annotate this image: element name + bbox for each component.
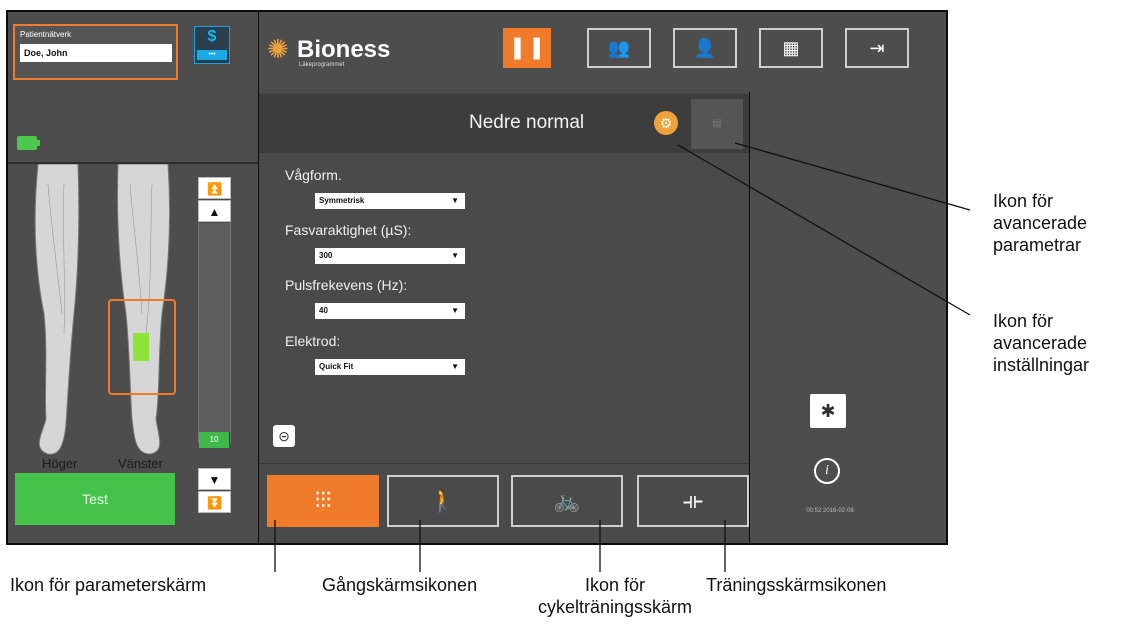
tab-params-sliders-icon[interactable]: ⫶⫶⫶ bbox=[267, 475, 379, 527]
reset-icon[interactable]: ⊝ bbox=[273, 425, 295, 447]
nav-report-icon[interactable]: ▦ bbox=[759, 28, 823, 68]
callout-advanced-parameters: Ikon för avancerade parametrar bbox=[993, 191, 1088, 255]
program-title-bar: Nedre normal ⚙ ▤ bbox=[259, 95, 749, 153]
stimulator-dots: ••• bbox=[197, 50, 227, 60]
tab-walking-icon[interactable]: 🚶 bbox=[387, 475, 499, 527]
nav-params-legs-icon[interactable]: ▌▐ bbox=[503, 28, 551, 68]
electrode-pad bbox=[133, 333, 149, 361]
header: ✺ Bioness Läkeprogrammet ▌▐ 👥 👤 ▦ ⇥ bbox=[259, 12, 946, 92]
waveform-select[interactable]: Symmetrisk ▼ bbox=[315, 193, 465, 209]
callout-walking-screen: Gångskärmsikonen bbox=[322, 575, 478, 595]
waveform-label: Vågform. bbox=[285, 167, 342, 183]
frequency-value: 40 bbox=[319, 306, 328, 315]
stage: Patientnätverk $ ••• bbox=[0, 0, 1127, 627]
callout-parameter-screen: Ikon för parameterskärm bbox=[10, 575, 207, 595]
chevron-down-icon: ▼ bbox=[451, 306, 459, 315]
tab-cycle-icon[interactable]: 🚲 bbox=[511, 475, 623, 527]
bioness-logo: ✺ Bioness Läkeprogrammet bbox=[267, 34, 417, 74]
intensity-max-up-button[interactable]: ⏫ bbox=[198, 177, 231, 199]
duration-value: 300 bbox=[319, 251, 333, 260]
advanced-settings-gear-icon[interactable]: ⚙ bbox=[654, 111, 678, 135]
nav-group-icon[interactable]: 👥 bbox=[587, 28, 651, 68]
intensity-min-down-button[interactable]: ⏬ bbox=[198, 491, 231, 513]
info-icon[interactable]: i bbox=[814, 458, 840, 484]
intensity-up-button[interactable]: ▲ bbox=[198, 200, 231, 222]
tab-dumbbell-icon[interactable]: ⟛ bbox=[637, 475, 749, 527]
leg-label-right: Höger bbox=[42, 456, 78, 471]
advanced-parameters-icon[interactable]: ▤ bbox=[691, 99, 743, 149]
electrode-select[interactable]: Quick Fit ▼ bbox=[315, 359, 465, 375]
left-panel: Patientnätverk $ ••• bbox=[8, 12, 258, 543]
intensity-track[interactable] bbox=[198, 223, 231, 443]
parameter-content: Nedre normal ⚙ ▤ Vågform. Symmetrisk ▼ Fa… bbox=[259, 94, 749, 462]
callout-training-screen: Träningsskärmsikonen bbox=[706, 575, 887, 595]
patient-box: Patientnätverk bbox=[13, 24, 178, 80]
bottom-tab-bar: ⫶⫶⫶ 🚶 🚲 ⟛ bbox=[259, 463, 749, 543]
timestamp: 00:52 2016-02-08 bbox=[806, 508, 854, 514]
frequency-select[interactable]: 40 ▼ bbox=[315, 303, 465, 319]
leg-label-left: Vänster bbox=[118, 456, 163, 471]
frequency-label: Pulsfrekevens (Hz): bbox=[285, 277, 408, 293]
nav-exit-icon[interactable]: ⇥ bbox=[845, 28, 909, 68]
patient-label: Patientnätverk bbox=[20, 30, 72, 39]
callout-cycle-screen: Ikon för cykelträningsskärm bbox=[537, 575, 693, 617]
settings-gear-icon[interactable]: ✱ bbox=[810, 394, 846, 428]
duration-select[interactable]: 300 ▼ bbox=[315, 248, 465, 264]
intensity-value: 10 bbox=[199, 432, 229, 448]
waveform-value: Symmetrisk bbox=[319, 196, 365, 205]
callout-advanced-settings: Ikon för avancerade inställningar bbox=[993, 311, 1090, 375]
nav-user-icon[interactable]: 👤 bbox=[673, 28, 737, 68]
patient-name-field[interactable] bbox=[20, 44, 172, 62]
battery-icon bbox=[17, 136, 40, 150]
intensity-down-button[interactable]: ▼ bbox=[198, 468, 231, 490]
program-title: Nedre normal bbox=[469, 112, 585, 133]
chevron-down-icon: ▼ bbox=[451, 362, 459, 371]
device-screen: Patientnätverk $ ••• bbox=[6, 10, 948, 545]
electrode-value: Quick Fit bbox=[319, 362, 354, 371]
stimulator-icon: $ bbox=[207, 28, 217, 45]
logo-burst-icon: ✺ bbox=[267, 34, 289, 64]
intensity-control: ⏫ ▲ 10 ▼ ⏬ bbox=[198, 177, 232, 522]
chevron-down-icon: ▼ bbox=[451, 251, 459, 260]
stimulator-badge[interactable]: $ ••• bbox=[194, 26, 230, 64]
electrode-placement-box[interactable] bbox=[108, 299, 176, 395]
electrode-label: Elektrod: bbox=[285, 333, 341, 349]
duration-label: Fasvaraktighet (µS): bbox=[285, 222, 412, 238]
chevron-down-icon: ▼ bbox=[451, 196, 459, 205]
logo-text: Bioness bbox=[297, 36, 391, 63]
logo-subtitle: Läkeprogrammet bbox=[299, 62, 345, 68]
test-button[interactable]: Test bbox=[15, 473, 175, 525]
